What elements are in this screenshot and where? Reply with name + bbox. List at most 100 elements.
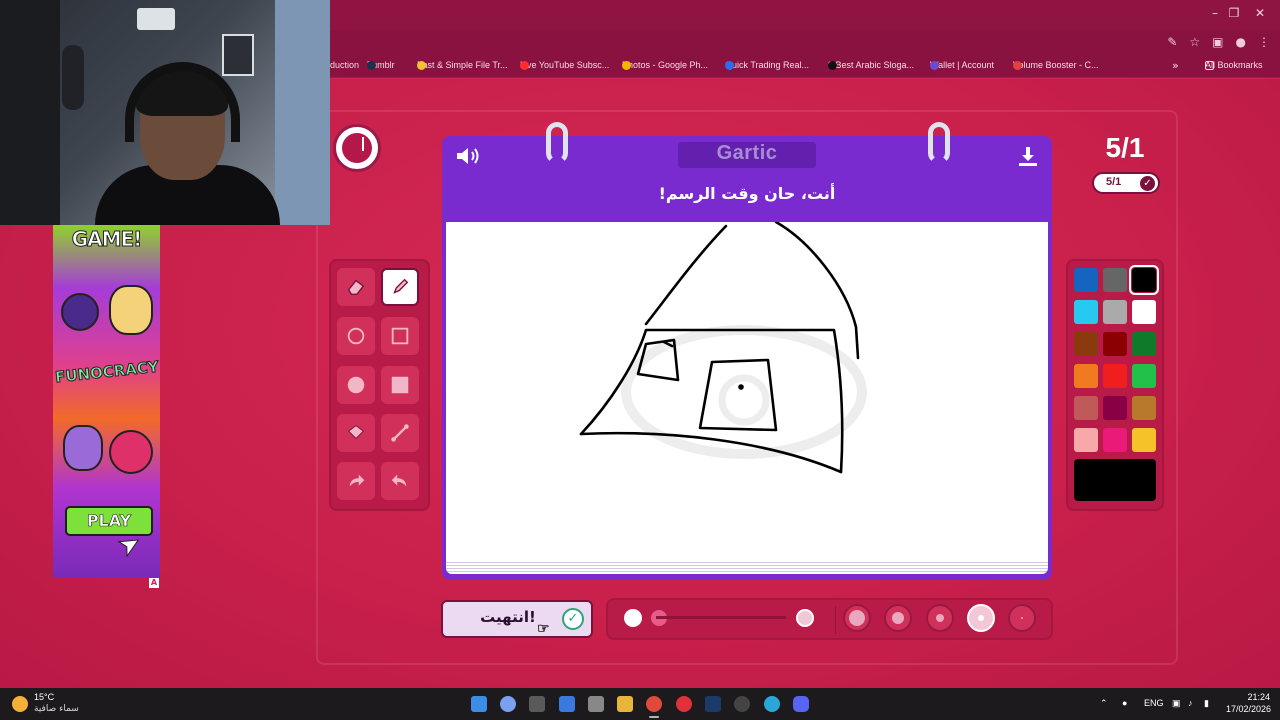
color-swatch[interactable] <box>1132 300 1156 324</box>
color-swatch[interactable] <box>1103 332 1127 356</box>
folder-icon <box>1205 60 1214 70</box>
brush-size-2[interactable] <box>884 604 912 632</box>
bookmark-item[interactable]: Wallet | Account <box>930 60 994 70</box>
bookmark-item[interactable]: Quick Trading Real... <box>725 60 809 70</box>
rectangle-fill-tool[interactable] <box>381 366 419 404</box>
adchoices-icon[interactable]: A <box>149 578 159 588</box>
color-swatch-selected[interactable] <box>1129 265 1159 295</box>
square-outline-icon <box>391 327 409 345</box>
ad-headline: GAME! <box>71 227 143 252</box>
side-ad[interactable]: GAME! FUNOCRACY PLAY ➤ <box>53 225 160 577</box>
opacity-slider-track[interactable] <box>656 616 786 619</box>
app-icon[interactable] <box>734 696 750 712</box>
color-swatch[interactable] <box>1103 300 1127 324</box>
mouse-cursor-icon: ☞ <box>537 621 550 638</box>
color-swatch[interactable] <box>1074 364 1098 388</box>
color-swatch[interactable] <box>1103 428 1127 452</box>
circle-outline-icon <box>347 327 365 345</box>
store-icon[interactable] <box>529 696 545 712</box>
color-swatch[interactable] <box>1074 428 1098 452</box>
color-swatch[interactable] <box>1074 332 1098 356</box>
color-swatch[interactable] <box>1132 428 1156 452</box>
opacity-empty-dot[interactable] <box>796 609 814 627</box>
current-color-preview <box>1074 459 1156 501</box>
edge-icon[interactable] <box>764 696 780 712</box>
bookmark-star-icon[interactable]: ☆ <box>1189 35 1200 49</box>
ellipse-outline-tool[interactable] <box>337 317 375 355</box>
menu-icon[interactable]: ⋮ <box>1258 35 1270 49</box>
brush-size-4[interactable] <box>967 604 995 632</box>
bookmark-item[interactable]: Live YouTube Subsc... <box>520 60 609 70</box>
undo-tool[interactable] <box>337 462 375 500</box>
color-swatch[interactable] <box>1074 396 1098 420</box>
redo-tool[interactable] <box>381 462 419 500</box>
brush-size-1[interactable] <box>843 604 871 632</box>
brush-size-5[interactable] <box>1008 604 1036 632</box>
weather-description: سماء صافية <box>34 704 79 714</box>
glasses-icon <box>828 60 837 70</box>
speaker-icon[interactable] <box>454 144 482 168</box>
brand-logo: Gartic <box>716 142 778 164</box>
opera-icon[interactable] <box>676 696 692 712</box>
brush-size-3[interactable] <box>926 604 954 632</box>
color-swatch[interactable] <box>1103 396 1127 420</box>
discord-icon[interactable] <box>793 696 809 712</box>
color-swatch[interactable] <box>1103 364 1127 388</box>
sketchbook-pages <box>446 560 1048 574</box>
bookmarks-overflow-button[interactable]: » <box>1172 59 1179 72</box>
opacity-full-dot[interactable] <box>624 609 642 627</box>
ellipse-fill-tool[interactable] <box>337 366 375 404</box>
close-button[interactable]: ✕ <box>1245 6 1275 20</box>
app-icon[interactable] <box>588 696 604 712</box>
volume-icon[interactable]: ♪ <box>1188 698 1193 708</box>
all-bookmarks-button[interactable]: All Bookmarks <box>1205 60 1263 70</box>
round-badge-label: 5/1 <box>1106 176 1122 188</box>
color-swatch[interactable] <box>1074 268 1098 292</box>
check-icon: ✓ <box>1140 176 1155 191</box>
bookmark-item[interactable]: 9 Best Arabic Sloga... <box>828 60 914 70</box>
bookmark-item[interactable]: Tumblr <box>367 60 395 70</box>
color-swatch[interactable] <box>1103 268 1127 292</box>
eraser-tool[interactable] <box>337 268 375 306</box>
rectangle-outline-tool[interactable] <box>381 317 419 355</box>
google-photos-icon <box>622 60 631 70</box>
color-swatch[interactable] <box>1132 364 1156 388</box>
app-icon[interactable] <box>559 696 575 712</box>
binder-ring <box>546 122 568 164</box>
clock-date[interactable]: 17/02/2026 <box>1226 704 1271 714</box>
color-swatch[interactable] <box>1132 396 1156 420</box>
bookmark-item[interactable]: Photos - Google Ph... <box>622 60 708 70</box>
weather-moon-icon[interactable] <box>12 696 28 712</box>
pencil-tool[interactable] <box>381 268 419 306</box>
profile-icon[interactable]: ● <box>1236 35 1246 49</box>
file-transfer-icon <box>417 60 426 70</box>
webcam-overlay <box>0 0 330 225</box>
line-tool[interactable] <box>381 414 419 452</box>
download-icon[interactable] <box>1016 144 1040 168</box>
translate-icon[interactable]: ✎ <box>1167 35 1177 49</box>
ad-play-button[interactable]: PLAY <box>65 506 153 536</box>
wallet-icon <box>930 60 939 70</box>
bookmark-item[interactable]: duction <box>330 60 359 70</box>
battery-icon[interactable]: ▮ <box>1204 698 1209 709</box>
undo-icon <box>349 474 365 487</box>
weather-temperature: 15°C <box>34 692 55 702</box>
tumblr-icon <box>367 60 376 70</box>
bookmark-item[interactable]: Fast & Simple File Tr... <box>417 60 508 70</box>
bookmark-item[interactable]: Volume Booster - C... <box>1013 60 1099 70</box>
color-swatch[interactable] <box>1132 332 1156 356</box>
tray-overflow-icon[interactable]: ⌃ <box>1100 698 1108 709</box>
file-explorer-icon[interactable] <box>617 696 633 712</box>
steam-icon[interactable] <box>705 696 721 712</box>
color-swatch[interactable] <box>1074 300 1098 324</box>
microphone-icon[interactable]: ● <box>1122 698 1127 708</box>
fill-bucket-tool[interactable] <box>337 414 375 452</box>
network-icon[interactable]: ▣ <box>1172 698 1181 709</box>
drawing-canvas[interactable] <box>446 222 1048 562</box>
copilot-icon[interactable] <box>500 696 516 712</box>
language-indicator[interactable]: ENG <box>1144 698 1164 708</box>
start-icon[interactable] <box>471 696 487 712</box>
clock-time[interactable]: 21:24 <box>1240 692 1270 702</box>
chrome-icon[interactable] <box>646 696 662 712</box>
extensions-icon[interactable]: ▣ <box>1212 35 1223 49</box>
